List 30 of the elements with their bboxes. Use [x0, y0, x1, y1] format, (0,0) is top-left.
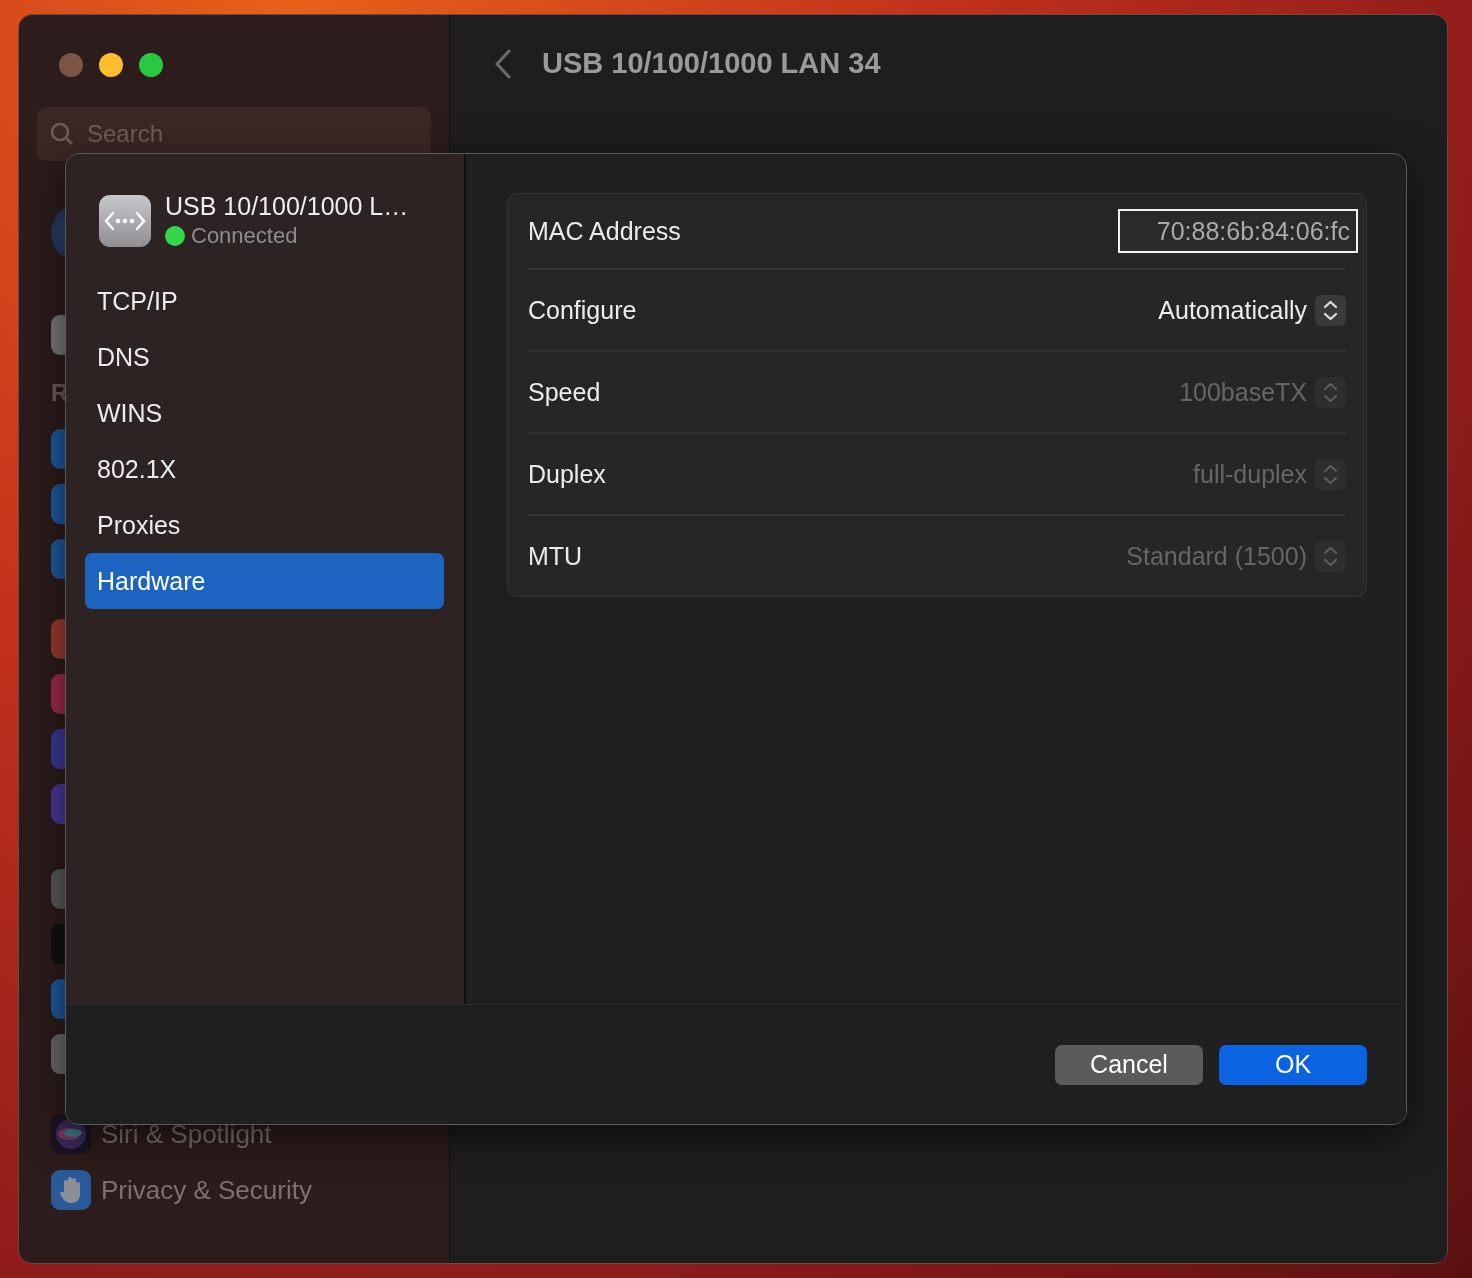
hand-icon	[51, 1170, 91, 1210]
status-text: Connected	[191, 223, 298, 249]
nav-item[interactable]: Proxies	[85, 497, 444, 553]
sidebar-item[interactable]: Privacy & Security	[101, 1174, 312, 1206]
service-name: USB 10/100/1000 L…	[165, 192, 409, 221]
nav-item[interactable]: DNS	[85, 329, 444, 385]
popup-button[interactable]: Automatically	[1158, 294, 1346, 326]
nav-item[interactable]: WINS	[85, 385, 444, 441]
zoom-button[interactable]	[139, 53, 163, 77]
close-button[interactable]	[59, 53, 83, 77]
row-label: Speed	[528, 377, 601, 407]
row-label: Configure	[528, 295, 637, 325]
stepper-icon	[1315, 458, 1346, 490]
search-icon	[49, 121, 75, 147]
row-label: MTU	[528, 541, 583, 571]
cancel-button[interactable]: Cancel	[1055, 1044, 1203, 1085]
mac-address-field[interactable]: 70:88:6b:84:06:fc	[1118, 209, 1358, 253]
network-icon	[99, 194, 151, 247]
stepper-icon	[1315, 540, 1346, 572]
minimize-button[interactable]	[99, 53, 123, 77]
back-icon[interactable]	[494, 48, 512, 79]
row-label: MAC Address	[528, 216, 681, 246]
stepper-icon	[1315, 294, 1346, 326]
stepper-icon	[1315, 376, 1346, 408]
nav-item[interactable]: TCP/IP	[85, 273, 444, 329]
window-title: USB 10/100/1000 LAN 34	[542, 47, 881, 80]
nav-item[interactable]: Hardware	[85, 553, 444, 609]
ok-button[interactable]: OK	[1219, 1044, 1367, 1085]
row-label: Duplex	[528, 459, 606, 489]
nav-item[interactable]: 802.1X	[85, 441, 444, 497]
